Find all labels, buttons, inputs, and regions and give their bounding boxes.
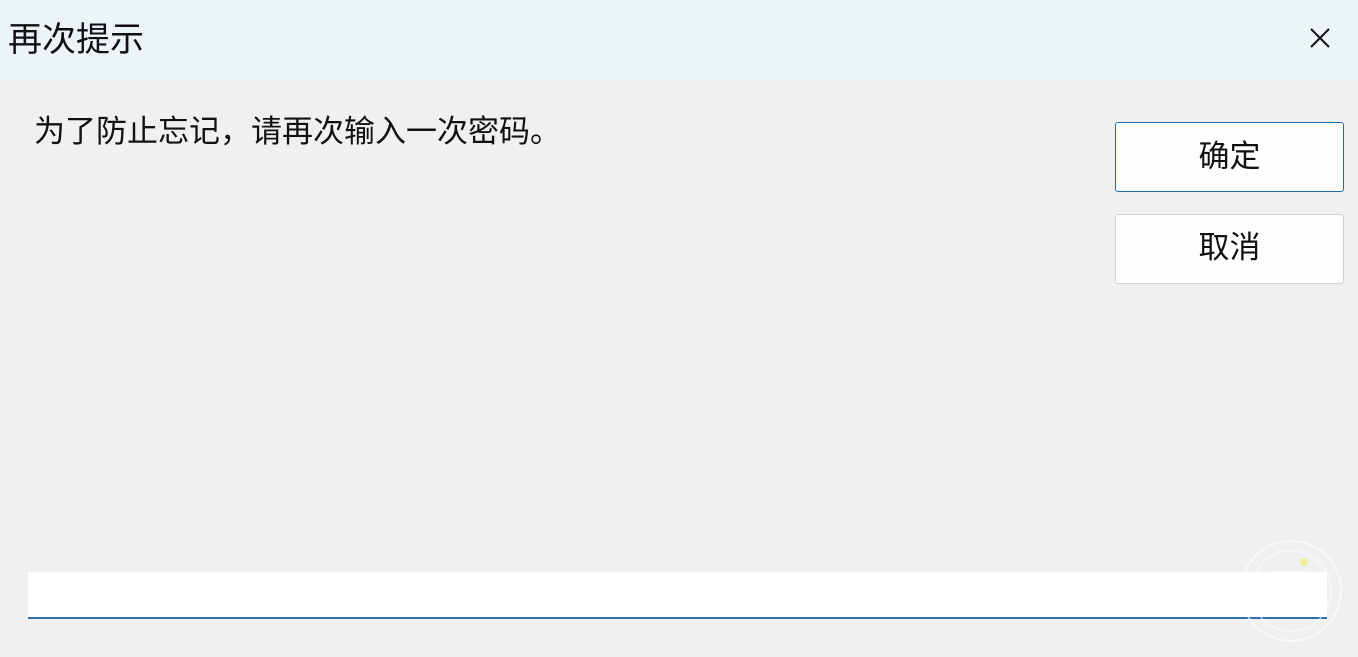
title-bar: 再次提示 (0, 0, 1358, 81)
confirm-password-dialog: 再次提示 为了防止忘记，请再次输入一次密码。 确定 取消 (0, 0, 1358, 657)
dialog-title: 再次提示 (8, 20, 144, 60)
cancel-button[interactable]: 取消 (1115, 214, 1344, 284)
watermark-icon (1240, 540, 1342, 642)
close-button[interactable] (1296, 16, 1344, 62)
confirm-button[interactable]: 确定 (1115, 122, 1344, 192)
close-icon (1310, 28, 1330, 48)
prompt-text: 为了防止忘记，请再次输入一次密码。 (34, 114, 561, 150)
password-input[interactable] (28, 572, 1327, 619)
